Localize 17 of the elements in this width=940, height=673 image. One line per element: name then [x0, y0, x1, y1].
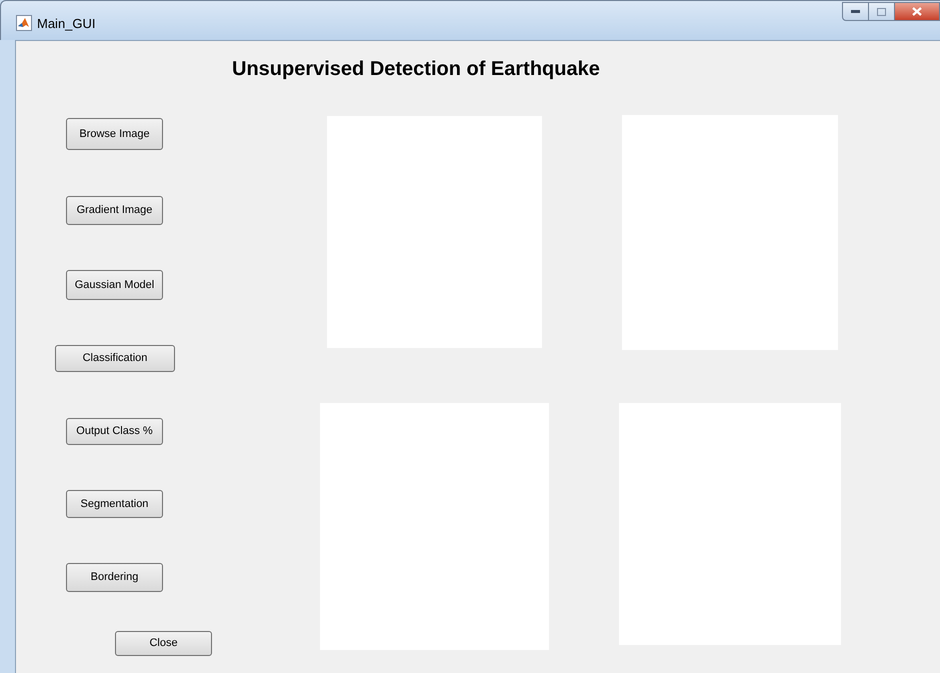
push-button[interactable]: Gaussian Model	[66, 270, 163, 300]
minimize-button[interactable]	[842, 2, 869, 21]
push-button[interactable]: Segmentation	[66, 490, 163, 518]
minimize-icon	[851, 10, 860, 13]
push-button[interactable]: Classification	[55, 345, 175, 372]
push-button[interactable]: Browse Image	[66, 118, 163, 150]
window-title: Main_GUI	[37, 15, 96, 33]
close-window-button[interactable]	[895, 2, 940, 21]
push-button[interactable]: Gradient Image	[66, 196, 163, 225]
app-logo-icon	[16, 15, 32, 31]
close-icon	[912, 7, 922, 16]
push-button[interactable]: Output Class %	[66, 418, 163, 445]
push-button[interactable]: Close	[115, 631, 212, 656]
push-button[interactable]: Bordering	[66, 563, 163, 592]
heading: Unsupervised Detection of Earthquake	[232, 57, 600, 82]
maximize-button[interactable]	[869, 2, 895, 21]
maximize-icon	[877, 8, 886, 16]
